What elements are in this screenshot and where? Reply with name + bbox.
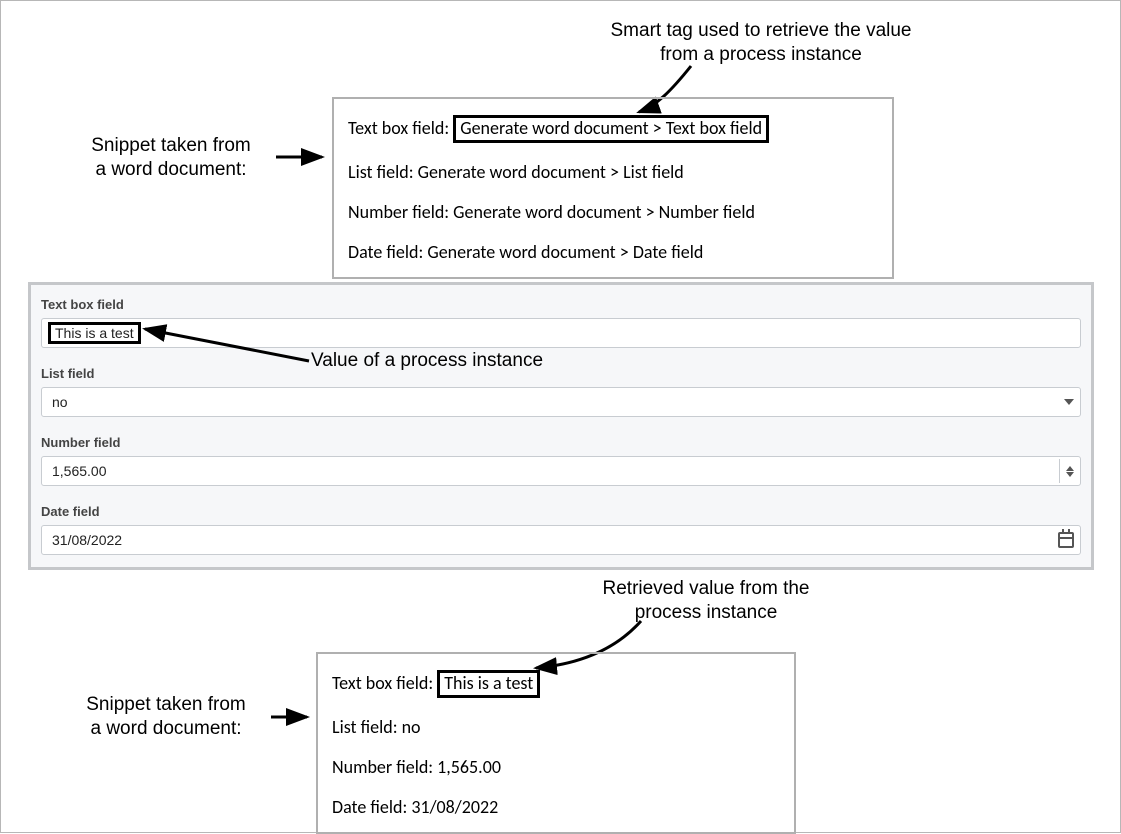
calendar-icon (1058, 532, 1074, 548)
top-word-snippet-box: Text box field: Generate word document >… (332, 97, 894, 279)
input-date-value: 31/08/2022 (52, 532, 122, 548)
annotation-snippet-caption-bottom: Snippet taken froma word document: (56, 693, 276, 741)
input-textbox-value: This is a test (48, 322, 141, 344)
process-instance-form: Text box field This is a test List field… (28, 282, 1094, 570)
input-number-stepper[interactable]: 1,565.00 (41, 456, 1081, 486)
page-frame: Smart tag used to retrieve the valuefrom… (0, 0, 1121, 833)
input-textbox[interactable]: This is a test (41, 318, 1081, 348)
result-row-number: Number field: 1,565.00 (332, 750, 780, 790)
number-spinner-icon (1059, 459, 1074, 483)
snippet-row-date: Date field: Generate word document > Dat… (348, 235, 878, 267)
snippet-row-list: List field: Generate word document > Lis… (348, 155, 878, 195)
chevron-down-icon (1064, 399, 1074, 405)
snippet-row-textbox: Text box field: Generate word document >… (348, 109, 878, 155)
label-list: List field (41, 366, 1081, 381)
annotation-retrieved-value-caption: Retrieved value from theprocess instance (556, 577, 856, 625)
input-list-value: no (52, 394, 68, 410)
label-number: Number field (41, 435, 1081, 450)
result-row-list: List field: no (332, 710, 780, 750)
input-date-picker[interactable]: 31/08/2022 (41, 525, 1081, 555)
input-number-value: 1,565.00 (52, 463, 107, 479)
result-textbox-prefix: Text box field: (332, 672, 437, 694)
snippet-row-number: Number field: Generate word document > N… (348, 195, 878, 235)
input-list-dropdown[interactable]: no (41, 387, 1081, 417)
smart-tag-textbox-boxed: Generate word document > Text box field (453, 115, 769, 143)
bottom-word-snippet-box: Text box field: This is a test List fiel… (316, 652, 796, 834)
arrow-left-to-top-snippet (276, 149, 336, 169)
annotation-smart-tag-caption: Smart tag used to retrieve the valuefrom… (561, 19, 961, 67)
label-date: Date field (41, 504, 1081, 519)
snippet-textbox-prefix: Text box field: (348, 117, 453, 139)
arrow-left-to-bottom-snippet (271, 709, 319, 729)
label-textbox: Text box field (41, 297, 1081, 312)
annotation-instance-value-caption: Value of a process instance (311, 349, 543, 373)
result-textbox-value-boxed: This is a test (437, 670, 540, 698)
result-row-date: Date field: 31/08/2022 (332, 790, 780, 822)
annotation-snippet-caption-top: Snippet taken froma word document: (61, 134, 281, 182)
result-row-textbox: Text box field: This is a test (332, 664, 780, 710)
